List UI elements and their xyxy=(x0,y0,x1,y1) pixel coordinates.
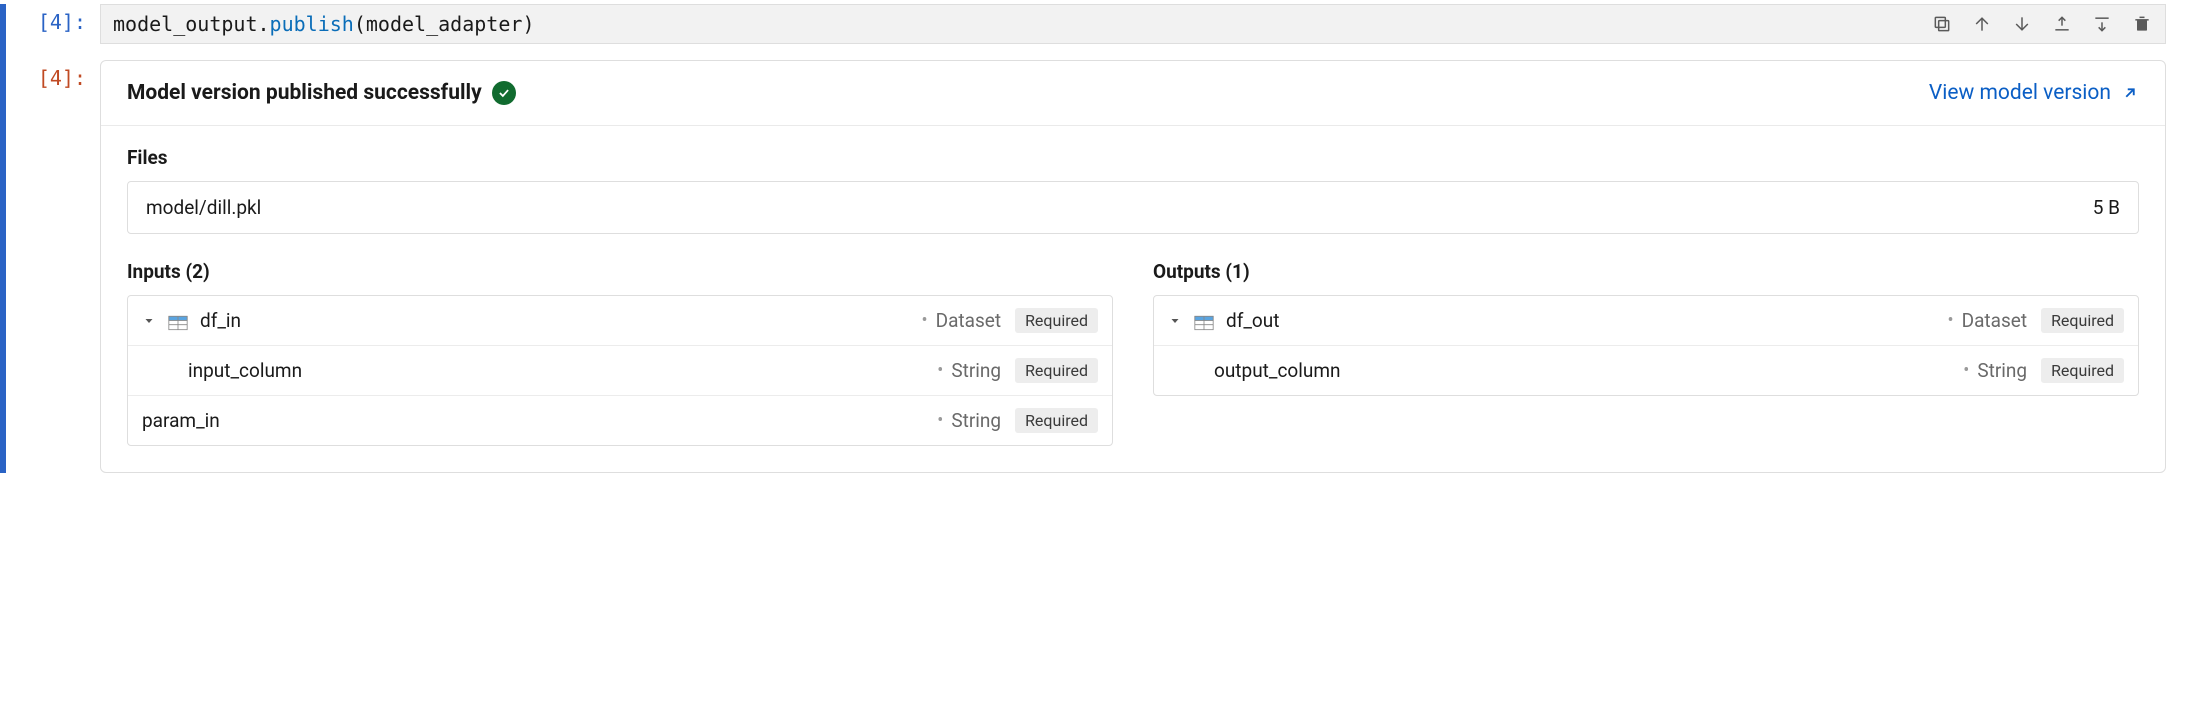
file-size: 5 B xyxy=(2093,196,2120,219)
input-prompt: [4]: xyxy=(20,4,100,34)
code-cell[interactable]: model_output.publish(model_adapter) xyxy=(100,4,2166,44)
duplicate-icon[interactable] xyxy=(1931,13,1953,35)
files-label: Files xyxy=(127,146,2139,169)
trash-icon[interactable] xyxy=(2131,13,2153,35)
success-check-icon xyxy=(492,81,516,105)
insert-below-icon[interactable] xyxy=(2091,13,2113,35)
input-row-df-in[interactable]: df_in •Dataset Required xyxy=(128,296,1112,345)
arrow-up-icon[interactable] xyxy=(1971,13,1993,35)
file-name: model/dill.pkl xyxy=(146,196,261,219)
required-badge: Required xyxy=(1015,408,1098,433)
output-prompt: [4]: xyxy=(20,60,100,473)
output-name: df_out xyxy=(1226,309,1936,332)
file-row[interactable]: model/dill.pkl 5 B xyxy=(127,181,2139,234)
input-name: param_in xyxy=(142,409,925,432)
required-badge: Required xyxy=(1015,358,1098,383)
cell-toolbar xyxy=(1931,13,2153,35)
required-badge: Required xyxy=(2041,358,2124,383)
caret-down-icon[interactable] xyxy=(142,314,156,328)
input-row-param-in[interactable]: param_in •String Required xyxy=(128,395,1112,445)
output-row-output-column[interactable]: output_column •String Required xyxy=(1154,345,2138,395)
input-child-name: input_column xyxy=(188,359,925,382)
outputs-column: Outputs (1) df_out xyxy=(1153,260,2139,446)
output-child-name: output_column xyxy=(1214,359,1951,382)
output-row: [4]: Model version published successfull… xyxy=(20,60,2166,473)
view-model-version-label: View model version xyxy=(1929,81,2111,105)
inputs-column: Inputs (2) df_in xyxy=(127,260,1113,446)
required-badge: Required xyxy=(1015,308,1098,333)
input-row-input-column[interactable]: input_column •String Required xyxy=(128,345,1112,395)
arrow-down-icon[interactable] xyxy=(2011,13,2033,35)
inputs-label: Inputs (2) xyxy=(127,260,1113,283)
input-name: df_in xyxy=(200,309,910,332)
notebook-cell: [4]: model_output.publish(model_adapter) xyxy=(0,4,2166,473)
view-model-version-link[interactable]: View model version xyxy=(1929,81,2139,105)
insert-above-icon[interactable] xyxy=(2051,13,2073,35)
external-link-icon xyxy=(2121,84,2139,102)
output-panel: Model version published successfully Vie… xyxy=(100,60,2166,473)
caret-down-icon[interactable] xyxy=(1168,314,1182,328)
dataset-icon xyxy=(1194,313,1214,329)
outputs-label: Outputs (1) xyxy=(1153,260,2139,283)
panel-title: Model version published successfully xyxy=(127,81,482,105)
required-badge: Required xyxy=(2041,308,2124,333)
output-row-df-out[interactable]: df_out •Dataset Required xyxy=(1154,296,2138,345)
input-row: [4]: model_output.publish(model_adapter) xyxy=(20,4,2166,44)
dataset-icon xyxy=(168,313,188,329)
code-text[interactable]: model_output.publish(model_adapter) xyxy=(113,12,534,36)
cell-selection-marker xyxy=(0,4,6,473)
